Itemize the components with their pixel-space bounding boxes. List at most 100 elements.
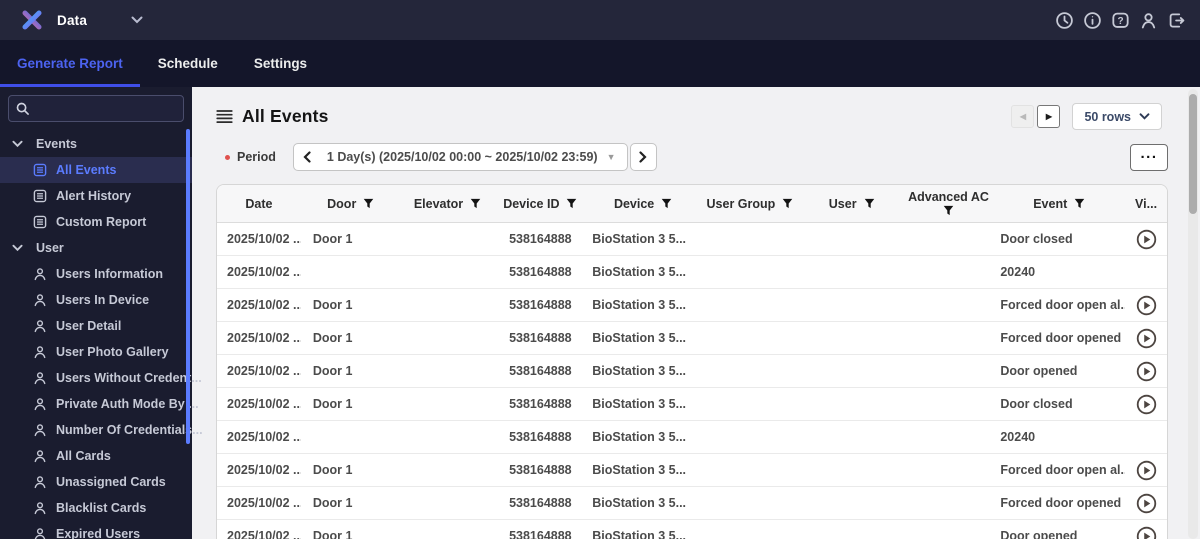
- main-scrollbar-thumb[interactable]: [1189, 94, 1197, 214]
- account-icon[interactable]: [1139, 11, 1158, 30]
- filter-icon[interactable]: [566, 198, 577, 209]
- tab-settings[interactable]: Settings: [236, 40, 325, 87]
- svg-text:?: ?: [1117, 15, 1123, 26]
- play-video-button[interactable]: [1125, 493, 1167, 514]
- prev-page-button[interactable]: ◀: [1011, 105, 1034, 128]
- play-video-button[interactable]: [1125, 229, 1167, 250]
- cell-door: Door 1: [301, 364, 401, 378]
- report-tree: Events All EventsAlert HistoryCustom Repo…: [0, 131, 192, 539]
- period-selector[interactable]: 1 Day(s) (2025/10/02 00:00 ~ 2025/10/02 …: [293, 143, 628, 171]
- sidebar-section-events[interactable]: Events: [0, 131, 192, 157]
- sidebar-item-label: Number Of Credentials...: [56, 423, 203, 437]
- table-row[interactable]: 2025/10/02 ...Door 1538164888BioStation …: [217, 322, 1167, 355]
- sidebar-item-user-detail[interactable]: User Detail: [0, 313, 192, 339]
- cell-video: [1125, 526, 1167, 539]
- column-header-device[interactable]: Device: [586, 197, 700, 211]
- logout-icon[interactable]: [1167, 11, 1186, 30]
- tab-generate-report[interactable]: Generate Report: [0, 40, 140, 87]
- sidebar-item-users-without-credent[interactable]: Users Without Credent...: [0, 365, 192, 391]
- cell-video: [1125, 229, 1167, 250]
- app-switcher[interactable]: Data: [44, 13, 143, 28]
- column-header-elevator[interactable]: Elevator: [401, 197, 495, 211]
- person-icon: [33, 319, 47, 333]
- sidebar-item-all-cards[interactable]: All Cards: [0, 443, 192, 469]
- table-row[interactable]: 2025/10/02 ...538164888BioStation 3 5...…: [217, 421, 1167, 454]
- sidebar-item-expired-users[interactable]: Expired Users: [0, 521, 192, 539]
- cell-event: 20240: [993, 265, 1125, 279]
- cell-device_id: 538164888: [494, 232, 586, 246]
- table-row[interactable]: 2025/10/02 ...Door 1538164888BioStation …: [217, 487, 1167, 520]
- filter-icon[interactable]: [1074, 198, 1085, 209]
- chevron-down-icon: [12, 244, 23, 252]
- table-row[interactable]: 2025/10/02 ...Door 1538164888BioStation …: [217, 355, 1167, 388]
- play-video-button[interactable]: [1125, 361, 1167, 382]
- table-row[interactable]: 2025/10/02 ...538164888BioStation 3 5...…: [217, 256, 1167, 289]
- play-video-button[interactable]: [1125, 460, 1167, 481]
- cell-event: 20240: [993, 430, 1125, 444]
- sidebar-search-box: [8, 95, 184, 122]
- period-prev-icon[interactable]: [294, 144, 321, 170]
- cell-date: 2025/10/02 ...: [217, 397, 301, 411]
- filter-icon[interactable]: [470, 198, 481, 209]
- table-row[interactable]: 2025/10/02 ...Door 1538164888BioStation …: [217, 223, 1167, 256]
- play-video-button[interactable]: [1125, 526, 1167, 539]
- sidebar-scrollbar-thumb[interactable]: [186, 129, 190, 444]
- more-options-button[interactable]: ...: [1130, 144, 1168, 171]
- play-video-button[interactable]: [1125, 328, 1167, 349]
- filter-icon[interactable]: [782, 198, 793, 209]
- filter-icon[interactable]: [661, 198, 672, 209]
- next-page-button[interactable]: ▶: [1037, 105, 1060, 128]
- main-scrollbar-track: [1188, 89, 1198, 539]
- table-row[interactable]: 2025/10/02 ...Door 1538164888BioStation …: [217, 520, 1167, 539]
- column-header-door[interactable]: Door: [301, 197, 401, 211]
- help-icon[interactable]: ?: [1111, 11, 1130, 30]
- sidebar-item-label: Users In Device: [56, 293, 149, 307]
- cell-device_id: 538164888: [494, 298, 586, 312]
- table-row[interactable]: 2025/10/02 ...Door 1538164888BioStation …: [217, 289, 1167, 322]
- sidebar-item-alert-history[interactable]: Alert History: [0, 183, 192, 209]
- cell-event: Forced door open al...: [993, 298, 1125, 312]
- sidebar-item-custom-report[interactable]: Custom Report: [0, 209, 192, 235]
- sidebar-item-user-photo-gallery[interactable]: User Photo Gallery: [0, 339, 192, 365]
- column-label: Event: [1033, 197, 1067, 211]
- sidebar-item-private-auth-mode-by[interactable]: Private Auth Mode By ...: [0, 391, 192, 417]
- column-header-vi[interactable]: Vi...: [1125, 197, 1167, 211]
- search-icon: [16, 102, 29, 115]
- period-next-button[interactable]: [630, 143, 657, 171]
- column-header-event[interactable]: Event: [993, 197, 1125, 211]
- sidebar-item-users-information[interactable]: Users Information: [0, 261, 192, 287]
- list-icon: [216, 109, 233, 124]
- table-row[interactable]: 2025/10/02 ...Door 1538164888BioStation …: [217, 388, 1167, 421]
- rows-per-page-select[interactable]: 50 rows: [1072, 103, 1162, 130]
- sidebar-item-number-of-credentials[interactable]: Number Of Credentials...: [0, 417, 192, 443]
- sidebar-item-users-in-device[interactable]: Users In Device: [0, 287, 192, 313]
- report-icon: [33, 189, 47, 203]
- filter-icon[interactable]: [864, 198, 875, 209]
- clock-icon[interactable]: [1055, 11, 1074, 30]
- filter-icon[interactable]: [943, 205, 954, 216]
- report-sidebar: Events All EventsAlert HistoryCustom Repo…: [0, 87, 192, 539]
- cell-date: 2025/10/02 ...: [217, 529, 301, 539]
- filter-icon[interactable]: [363, 198, 374, 209]
- play-video-button[interactable]: [1125, 394, 1167, 415]
- play-video-button[interactable]: [1125, 295, 1167, 316]
- column-header-user-group[interactable]: User Group: [700, 197, 800, 211]
- column-header-advanced-ac[interactable]: Advanced AC: [904, 191, 994, 217]
- info-icon[interactable]: [1083, 11, 1102, 30]
- sidebar-item-label: All Cards: [56, 449, 111, 463]
- table-row[interactable]: 2025/10/02 ...Door 1538164888BioStation …: [217, 454, 1167, 487]
- sidebar-item-label: User Detail: [56, 319, 121, 333]
- column-header-date[interactable]: Date: [217, 197, 301, 211]
- cell-date: 2025/10/02 ...: [217, 463, 301, 477]
- column-header-user[interactable]: User: [800, 197, 904, 211]
- tab-schedule[interactable]: Schedule: [140, 40, 236, 87]
- sidebar-section-user[interactable]: User: [0, 235, 192, 261]
- sidebar-item-unassigned-cards[interactable]: Unassigned Cards: [0, 469, 192, 495]
- sidebar-item-blacklist-cards[interactable]: Blacklist Cards: [0, 495, 192, 521]
- search-input[interactable]: [35, 102, 176, 116]
- section-label: Events: [36, 137, 77, 151]
- app-logo-icon: [20, 8, 44, 32]
- column-header-device-id[interactable]: Device ID: [494, 197, 586, 211]
- cell-event: Forced door open al...: [993, 463, 1125, 477]
- sidebar-item-all-events[interactable]: All Events: [0, 157, 192, 183]
